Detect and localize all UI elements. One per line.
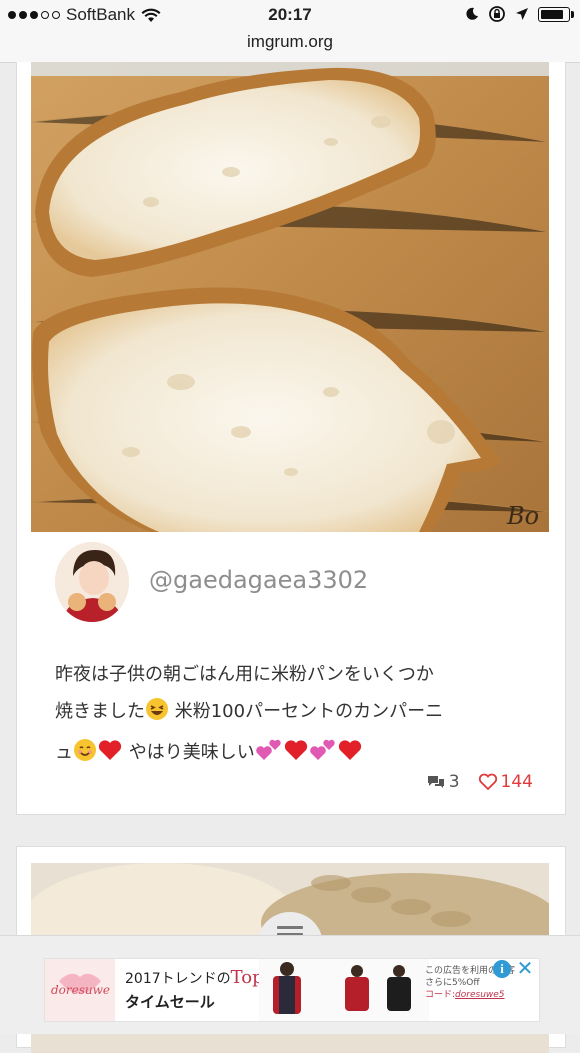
red-heart-icon bbox=[97, 738, 123, 775]
likes-count-button[interactable]: 144 bbox=[478, 772, 533, 792]
red-heart-icon bbox=[337, 738, 363, 775]
caption-text: やはり美味しい bbox=[123, 742, 255, 763]
comment-icon bbox=[427, 776, 444, 788]
two-hearts-icon bbox=[309, 738, 337, 775]
caption-text: 米粉100パーセントのカンパーニ bbox=[169, 701, 444, 722]
ad-banner[interactable]: doresuwe 2017トレンドのTops タイムセール この広告を利用のお客… bbox=[44, 958, 540, 1022]
ad-logo-text: doresuwe bbox=[51, 983, 111, 997]
caption-line: 焼きました 米粉100パーセントのカンパーニ bbox=[55, 693, 535, 734]
status-bar: SoftBank 20:17 imgrum.org bbox=[0, 0, 580, 63]
moon-icon bbox=[466, 7, 478, 20]
battery-icon bbox=[538, 6, 574, 22]
likes-count: 144 bbox=[500, 772, 533, 792]
ad-headline-prefix: 2017トレンドの bbox=[125, 971, 231, 987]
ad-logo: doresuwe bbox=[45, 959, 115, 1021]
bread-photo-illustration: Bo bbox=[31, 62, 549, 532]
post-stats: 3 144 bbox=[426, 772, 533, 792]
caption-text: 焼きました bbox=[55, 701, 145, 722]
avatar[interactable] bbox=[55, 542, 129, 622]
ad-models-image bbox=[259, 959, 429, 1021]
smiling-emoji-icon bbox=[73, 738, 97, 775]
ad-code-label: コード: bbox=[425, 990, 456, 1000]
ad-code-value: doresuwe5 bbox=[455, 990, 505, 1000]
post-username[interactable]: @gaedagaea3302 bbox=[149, 566, 368, 594]
two-hearts-icon bbox=[255, 738, 283, 775]
post-caption: 昨夜は子供の朝ごはん用に米粉パンをいくつか 焼きました 米粉100パーセントのカ… bbox=[55, 656, 535, 775]
ad-banner-bar: doresuwe 2017トレンドのTops タイムセール この広告を利用のお客… bbox=[0, 935, 580, 1034]
comments-count: 3 bbox=[448, 772, 460, 792]
post-card: Bo @gaedagaea3302 昨夜は子供の朝ごはん用に米粉パンをいくつか … bbox=[16, 62, 566, 815]
avatar-portrait-illustration bbox=[55, 542, 129, 622]
red-heart-icon bbox=[283, 738, 309, 775]
address-bar-url[interactable]: imgrum.org bbox=[0, 32, 580, 52]
grinning-squint-emoji-icon bbox=[145, 697, 169, 734]
location-arrow-icon bbox=[516, 8, 528, 20]
caption-line: 昨夜は子供の朝ごはん用に米粉パンをいくつか bbox=[55, 664, 434, 685]
rotation-lock-icon bbox=[489, 6, 505, 22]
ad-promo-code: コード:doresuwe5 bbox=[425, 989, 537, 1001]
caption-text: ュ bbox=[55, 742, 73, 763]
post-photo[interactable]: Bo bbox=[31, 62, 549, 532]
ad-headline: 2017トレンドのTops bbox=[125, 967, 273, 988]
comments-count-button[interactable]: 3 bbox=[426, 772, 460, 792]
heart-icon bbox=[478, 773, 497, 791]
ad-close-icon[interactable]: ✕ bbox=[515, 958, 535, 978]
caption-line: ュ やはり美味しい bbox=[55, 734, 535, 775]
ad-info-icon[interactable]: i bbox=[493, 960, 511, 978]
ad-subline: タイムセール bbox=[125, 993, 215, 1011]
photo-corner-text: Bo bbox=[506, 502, 539, 530]
